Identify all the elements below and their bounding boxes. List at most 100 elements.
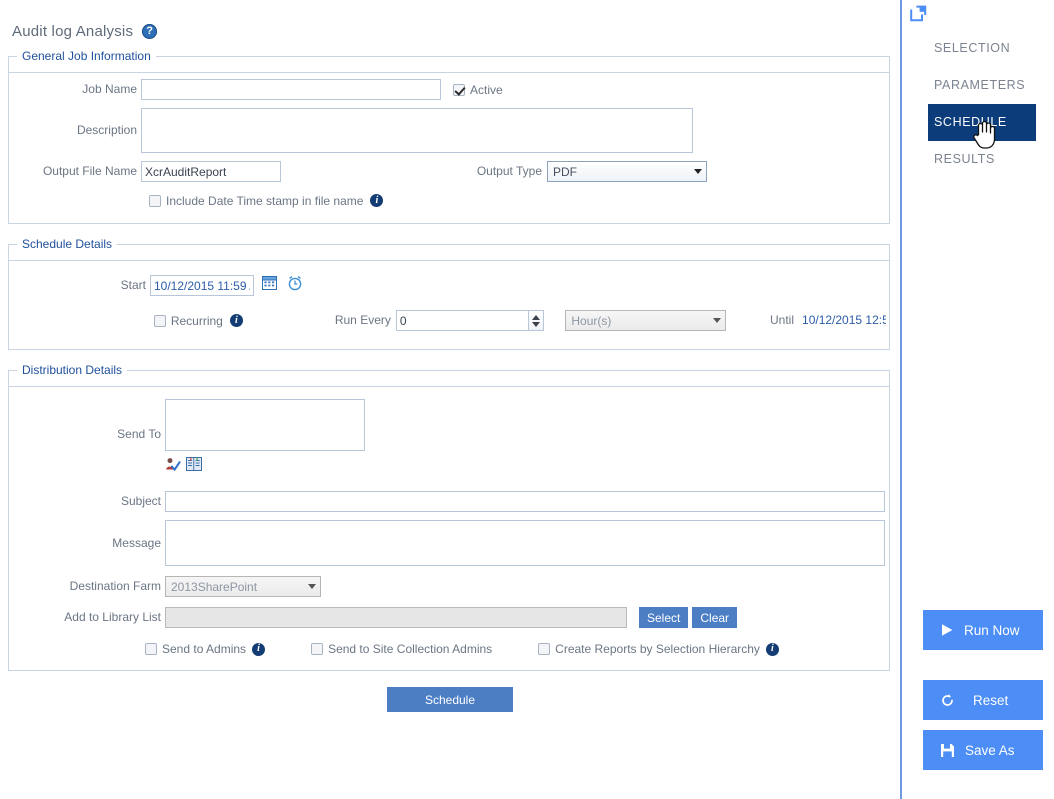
sidebar-item-selection[interactable]: SELECTION [902, 30, 1054, 67]
distribution-details-panel: Distribution Details Send To Subject Mes… [8, 363, 890, 671]
distribution-options-row: Send to Admins i Send to Site Collection… [9, 642, 889, 656]
distribution-panel-body: Send To Subject Message Destination Farm… [9, 387, 889, 670]
expand-window-icon[interactable] [910, 5, 927, 22]
recurring-group[interactable]: Recurring i [153, 313, 243, 328]
output-file-name-label: Output File Name [42, 164, 137, 178]
interval-unit-select[interactable]: Hour(s) [565, 310, 726, 331]
message-textarea[interactable] [165, 520, 885, 566]
floppy-disk-icon [940, 743, 955, 758]
run-now-label: Run Now [964, 622, 1020, 638]
panel-divider [9, 371, 889, 387]
send-to-admins-group[interactable]: Send to Admins i [145, 642, 266, 656]
message-label: Message [112, 536, 161, 550]
description-row: Description [9, 108, 889, 153]
schedule-details-panel: Schedule Details Start 10/12/2015 11:59 … [8, 237, 890, 350]
send-to-site-collection-admins-group[interactable]: Send to Site Collection Admins [311, 642, 492, 656]
schedule-panel-body: Start 10/12/2015 11:59 AM Recurring i Ru… [9, 261, 890, 349]
job-name-label: Job Name [82, 82, 137, 96]
destination-farm-label: Destination Farm [69, 579, 161, 593]
include-timestamp-group[interactable]: Include Date Time stamp in file name i [149, 190, 384, 211]
schedule-panel-title: Schedule Details [17, 237, 118, 251]
refresh-icon [940, 693, 955, 708]
until-label: Until [770, 313, 795, 327]
send-to-site-collection-admins-checkbox[interactable] [311, 643, 324, 655]
include-timestamp-checkbox[interactable] [149, 194, 161, 207]
chevron-down-icon [694, 169, 702, 174]
add-to-library-label: Add to Library List [64, 610, 161, 624]
run-every-label: Run Every [334, 313, 391, 327]
send-to-label: Send To [117, 427, 161, 441]
recurring-checkbox[interactable] [153, 314, 166, 327]
send-to-site-collection-admins-label: Send to Site Collection Admins [328, 642, 493, 656]
subject-label: Subject [120, 494, 161, 508]
send-to-field-group [165, 399, 365, 472]
run-now-button[interactable]: Run Now [923, 610, 1043, 650]
schedule-button-container: Schedule [0, 687, 900, 712]
sidebar-item-schedule[interactable]: SCHEDULE [928, 104, 1036, 141]
active-label: Active [470, 82, 503, 97]
alarm-clock-icon[interactable] [287, 275, 303, 291]
run-every-input[interactable] [395, 310, 528, 331]
subject-row: Subject [9, 491, 889, 512]
question-mark-circle-icon[interactable]: ? [142, 23, 158, 39]
send-to-input[interactable] [165, 399, 365, 451]
distribution-panel-title: Distribution Details [17, 363, 128, 377]
address-book-icon[interactable] [186, 457, 202, 471]
destination-farm-row: Destination Farm 2013SharePoint [9, 576, 889, 597]
calendar-icon[interactable] [262, 275, 277, 290]
active-checkbox[interactable] [453, 83, 465, 96]
general-panel-title: General Job Information [17, 49, 156, 63]
app-root: Audit log Analysis ? General Job Informa… [0, 0, 1054, 799]
output-type-select[interactable]: PDF [547, 161, 707, 182]
recurring-row: Recurring i Run Every Hour(s) Until [9, 310, 890, 331]
send-to-row: Send To [9, 399, 889, 472]
sidebar: SELECTION PARAMETERS SCHEDULE RESULTS Ru… [900, 0, 1054, 799]
sidebar-item-parameters[interactable]: PARAMETERS [902, 67, 1054, 104]
info-icon[interactable]: i [252, 642, 266, 656]
main-content: Audit log Analysis ? General Job Informa… [0, 0, 900, 799]
subject-input[interactable] [165, 491, 885, 512]
stepper-up-icon[interactable] [532, 314, 541, 320]
description-textarea[interactable] [141, 108, 693, 153]
panel-divider [9, 245, 889, 261]
check-names-icon[interactable] [165, 457, 181, 472]
output-file-name-input[interactable] [141, 161, 281, 182]
chevron-down-icon [713, 318, 721, 323]
sidebar-item-results[interactable]: RESULTS [902, 141, 1054, 178]
save-as-button[interactable]: Save As [923, 730, 1043, 770]
reset-label: Reset [973, 692, 1009, 708]
add-to-library-input[interactable] [165, 607, 627, 628]
create-reports-hierarchy-group[interactable]: Create Reports by Selection Hierarchy i [538, 642, 779, 656]
create-reports-hierarchy-label: Create Reports by Selection Hierarchy [555, 642, 760, 656]
info-icon[interactable]: i [229, 314, 243, 327]
play-icon [940, 623, 954, 637]
include-timestamp-row: Include Date Time stamp in file name i [9, 190, 889, 211]
general-job-information-panel: General Job Information Job Name Active … [8, 49, 890, 224]
create-reports-hierarchy-checkbox[interactable] [538, 643, 551, 655]
info-icon[interactable]: i [370, 194, 384, 207]
interval-unit-value: Hour(s) [571, 313, 612, 328]
stepper-down-icon[interactable] [532, 321, 541, 327]
active-checkbox-group[interactable]: Active [453, 79, 503, 100]
include-timestamp-label: Include Date Time stamp in file name [166, 193, 364, 208]
recurring-label: Recurring [170, 313, 223, 328]
select-button[interactable]: Select [639, 607, 689, 628]
reset-button[interactable]: Reset [923, 680, 1043, 720]
start-row: Start [9, 275, 889, 296]
send-to-icon-group [165, 457, 365, 472]
send-to-admins-label: Send to Admins [162, 642, 247, 656]
send-to-admins-checkbox[interactable] [145, 643, 157, 655]
description-label: Description [76, 123, 137, 137]
start-label: Start [120, 278, 146, 292]
clear-button[interactable]: Clear [692, 607, 738, 628]
until-datetime-input[interactable] [799, 310, 890, 331]
output-type-value: PDF [553, 164, 577, 179]
info-icon[interactable]: i [765, 642, 779, 656]
job-name-input[interactable] [141, 79, 441, 100]
start-datetime-input[interactable] [150, 275, 254, 296]
schedule-button[interactable]: Schedule [387, 687, 513, 712]
page-header: Audit log Analysis ? [0, 0, 900, 56]
destination-farm-select[interactable]: 2013SharePoint [165, 576, 321, 597]
run-every-stepper[interactable] [527, 310, 545, 331]
destination-farm-value: 2013SharePoint [171, 579, 258, 594]
